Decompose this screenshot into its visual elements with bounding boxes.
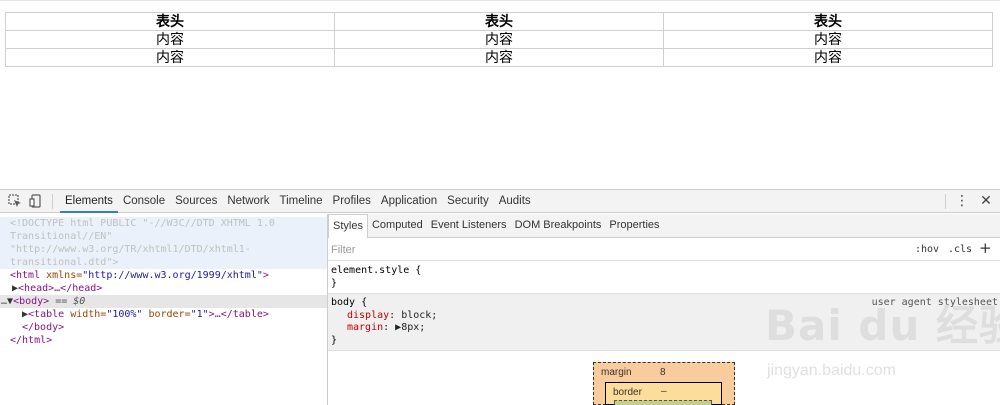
style-property[interactable]: margin: ▶8px;	[347, 322, 425, 334]
table-cell: 内容	[5, 30, 335, 49]
selected-ref: $0	[73, 296, 86, 307]
tab-security[interactable]: Security	[442, 190, 494, 213]
dom-node-body-close[interactable]: </body>	[0, 321, 327, 334]
filter-row: :hov .cls +	[328, 238, 1000, 261]
rule-close-brace: }	[331, 335, 338, 346]
tag-text: </body>	[22, 322, 65, 333]
tab-profiles[interactable]: Profiles	[328, 190, 376, 213]
property-name: display	[347, 310, 390, 321]
tag-text: </html>	[10, 335, 53, 346]
tab-dom-breakpoints[interactable]: DOM Breakpoints	[511, 214, 606, 237]
class-toggle-button[interactable]: .cls	[948, 242, 972, 257]
margin-label: margin	[601, 367, 632, 378]
demo-table: 表头 表头 表头 内容 内容 内容 内容 内容 内容	[5, 12, 993, 67]
attr-value: "1"	[190, 309, 209, 320]
table-header-row: 表头 表头 表头	[5, 12, 993, 31]
table-cell: 内容	[5, 48, 335, 67]
property-name: margin	[347, 322, 384, 333]
tab-elements[interactable]: Elements	[60, 190, 118, 213]
rendered-page: 表头 表头 表头 内容 内容 内容 内容 内容 内容	[0, 0, 1000, 189]
tab-sources[interactable]: Sources	[170, 190, 222, 213]
styles-filter-input[interactable]	[331, 242, 891, 257]
close-icon[interactable]: ✕	[978, 193, 994, 209]
tab-event-listeners[interactable]: Event Listeners	[427, 214, 511, 237]
table-cell: 内容	[663, 30, 993, 49]
table-header-cell: 表头	[5, 12, 335, 31]
doctype-line[interactable]: <!DOCTYPE html PUBLIC "-//W3C//DTD XHTML…	[0, 217, 327, 230]
sidebar-tabs: Styles Computed Event Listeners DOM Brea…	[328, 214, 1000, 238]
tag-text: >…</table>	[208, 309, 269, 320]
expand-triangle-icon[interactable]: ▶	[0, 283, 18, 294]
dom-node-body[interactable]: …▼<body> == $0	[0, 295, 327, 308]
dom-node-html-close[interactable]: </html>	[0, 334, 327, 347]
dom-node-html[interactable]: <html xmlns="http://www.w3.org/1999/xhtm…	[0, 269, 327, 282]
doctype-text: transitional.dtd">	[10, 257, 119, 268]
tag-text: <html	[10, 270, 47, 281]
attr-name: width=	[70, 309, 107, 320]
inspect-element-icon[interactable]	[7, 193, 23, 209]
property-value: ▶8px;	[395, 322, 426, 333]
border-value[interactable]: –	[661, 386, 667, 397]
tag-text: <body>	[13, 296, 50, 307]
tab-network[interactable]: Network	[222, 190, 274, 213]
tab-console[interactable]: Console	[118, 190, 170, 213]
doctype-text: <!DOCTYPE html PUBLIC "-//W3C//DTD XHTML…	[10, 218, 275, 229]
tab-styles[interactable]: Styles	[328, 214, 368, 238]
table-row: 内容 内容 内容	[5, 30, 993, 49]
toolbar-divider	[945, 194, 946, 209]
rule-selector: body {	[331, 297, 368, 308]
tab-application[interactable]: Application	[376, 190, 442, 213]
expand-triangle-icon[interactable]: ▶	[0, 309, 28, 320]
devtools-toolbar: Elements Console Sources Network Timelin…	[0, 190, 1000, 213]
border-label: border	[613, 387, 642, 398]
element-style-rule[interactable]: element.style { }	[328, 262, 1000, 294]
margin-value[interactable]: 8	[660, 367, 666, 378]
devtools-tabs: Elements Console Sources Network Timelin…	[60, 190, 536, 213]
rule-close-brace: }	[331, 278, 338, 289]
attr-value: "http://www.w3.org/1999/xhtml"	[82, 270, 263, 281]
eq-text: ==	[49, 296, 74, 307]
property-value: block;	[401, 310, 438, 321]
tab-audits[interactable]: Audits	[494, 190, 536, 213]
rule-selector: element.style {	[331, 265, 422, 276]
elements-tree: <!DOCTYPE html PUBLIC "-//W3C//DTD XHTML…	[0, 214, 327, 405]
doctype-line[interactable]: "http://www.w3.org/TR/xhtml1/DTD/xhtml1-	[0, 243, 327, 256]
table-cell: 内容	[334, 30, 664, 49]
tab-properties[interactable]: Properties	[605, 214, 663, 237]
tab-computed[interactable]: Computed	[368, 214, 427, 237]
table-cell: 内容	[663, 48, 993, 67]
toolbar-divider	[52, 194, 53, 209]
doctype-text: "http://www.w3.org/TR/xhtml1/DTD/xhtml1-	[10, 244, 251, 255]
table-header-cell: 表头	[663, 12, 993, 31]
attr-value: "100%"	[106, 309, 143, 320]
rule-source-label: user agent stylesheet	[871, 297, 998, 308]
doctype-text: Transitional//EN"	[10, 231, 113, 242]
table-header-cell: 表头	[334, 12, 664, 31]
box-model-padding[interactable]	[614, 400, 712, 405]
tab-timeline[interactable]: Timeline	[275, 190, 328, 213]
body-style-rule[interactable]: body { user agent stylesheet display: bl…	[328, 294, 1000, 351]
new-style-rule-button[interactable]: +	[979, 240, 992, 257]
tag-text: <head>…</head>	[18, 283, 103, 294]
more-menu-icon[interactable]: ⋮	[955, 193, 969, 209]
dom-node-table[interactable]: ▶<table width="100%" border="1">…</table…	[0, 308, 327, 321]
tag-text: >	[262, 270, 269, 281]
device-mode-icon[interactable]	[28, 193, 44, 209]
hover-state-button[interactable]: :hov	[915, 242, 939, 257]
ellipsis-text: …	[1, 296, 8, 307]
doctype-line[interactable]: Transitional//EN"	[0, 230, 327, 243]
attr-name: border=	[142, 309, 191, 320]
style-property[interactable]: display: block;	[347, 310, 437, 322]
tag-text: <table	[28, 309, 71, 320]
dom-node-head[interactable]: ▶<head>…</head>	[0, 282, 327, 295]
table-row: 内容 内容 内容	[5, 48, 993, 67]
attr-name: xmlns=	[46, 270, 83, 281]
table-cell: 内容	[334, 48, 664, 67]
doctype-line[interactable]: transitional.dtd">	[0, 256, 327, 269]
devtools-panel: Elements Console Sources Network Timelin…	[0, 189, 1000, 405]
